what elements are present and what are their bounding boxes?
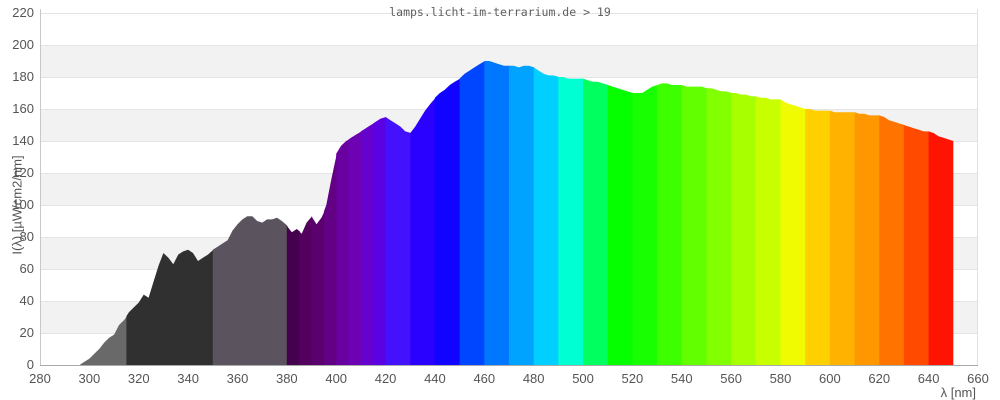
spectrum-band [903,125,930,365]
spectrum-band [459,61,485,365]
x-tick-label: 320 [127,371,150,386]
spectrum-band [657,83,683,366]
y-tick-label: 160 [12,101,34,116]
spectrum-band [755,96,782,365]
x-tick-label: 380 [275,371,298,386]
x-tick-label: 540 [670,371,693,386]
spectrum-band [385,117,411,365]
x-tick-label: 340 [177,371,199,386]
spectrum-band [484,61,510,365]
x-tick-label: 360 [226,371,249,386]
spectrum-band [286,225,300,365]
x-tick-label: 420 [374,371,397,386]
spectrum-band [434,78,461,365]
spectrum-band [829,110,856,365]
x-tick-label: 300 [78,371,101,386]
spectrum-band [336,139,350,365]
spectrum-band [681,85,708,365]
x-tick-label: 480 [522,371,545,386]
spectrum-band [928,131,954,365]
x-tick-label: 600 [819,371,841,386]
x-tick-label: 520 [621,371,644,386]
spectrum-band [373,117,387,365]
y-tick-label: 200 [12,37,34,52]
spectrum-band [706,88,732,365]
spectrum-band [299,216,313,365]
spectrum-band [854,112,880,365]
x-tick-label: 620 [868,371,891,386]
spectrum-band [583,78,609,365]
spectrum-band [607,85,633,365]
y-tick-label: 180 [12,69,34,84]
spectrum-band [410,97,436,366]
x-tick-label: 280 [29,371,51,386]
x-tick-label: 500 [572,371,594,386]
spectrum-band [632,85,658,365]
plot-area [40,9,978,366]
spectrum-band [348,131,362,365]
y-axis-label: I(λ) [µW/cm2/nm] [9,155,25,255]
y-tick-label: 20 [19,325,34,340]
spectrum-band [879,115,905,366]
spectrum-band [533,67,559,366]
x-tick-label: 460 [473,371,496,386]
y-tick-label: 60 [19,261,34,276]
x-tick-label: 560 [720,371,742,386]
spectrum-band [311,211,325,365]
spectrum-chart: lamps.licht-im-terrarium.de > 19 0 20 40 60… [0,0,1000,400]
y-tick-label: 140 [12,133,34,148]
x-tick-label: 400 [325,371,348,386]
chart-title: lamps.licht-im-terrarium.de > 19 [389,5,611,19]
spectrum-band [780,99,806,366]
spectrum-band [731,93,757,365]
spectrum-band [360,123,374,366]
x-axis-label: λ [nm] [940,385,976,400]
x-tick-label: 580 [769,371,792,386]
spectrum-band [805,109,831,365]
spectrum-band [558,77,584,365]
y-tick-label: 220 [12,5,34,20]
spectrum-band [509,65,535,366]
y-tick-label: 40 [19,293,34,308]
x-tick-label: 440 [424,371,446,386]
